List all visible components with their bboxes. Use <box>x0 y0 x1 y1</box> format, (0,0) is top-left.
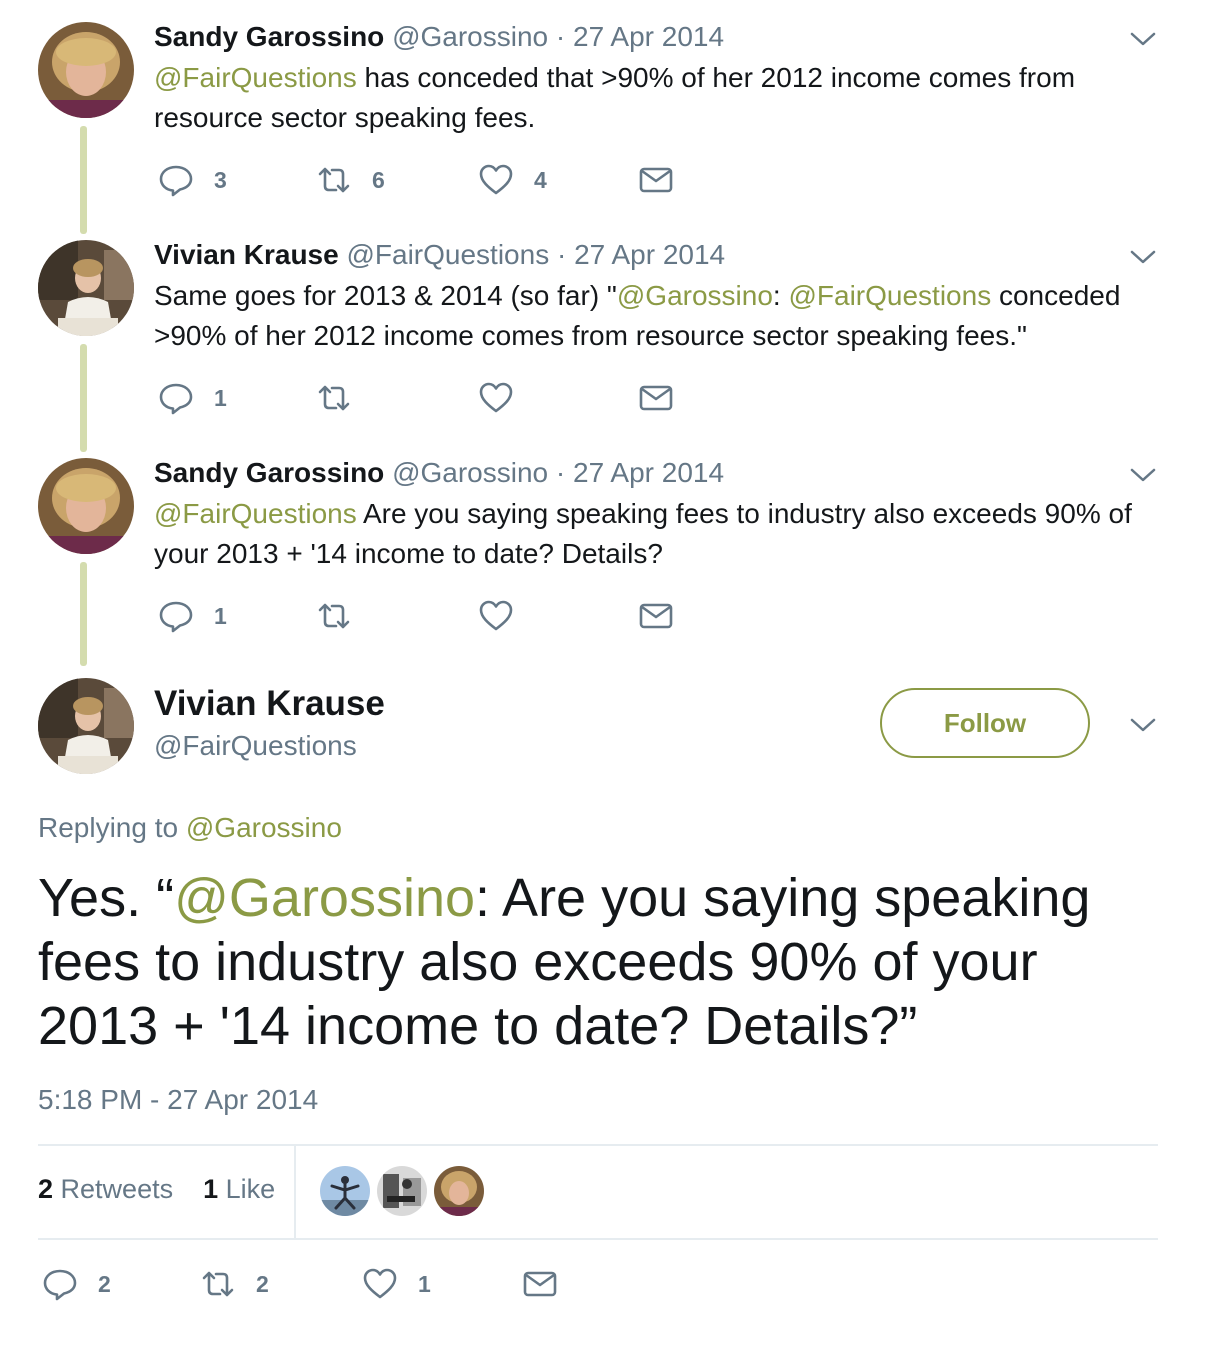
tweet-date[interactable]: · 27 Apr 2014 <box>556 457 724 488</box>
mention-link[interactable]: @FairQuestions <box>154 498 357 529</box>
liker-avatar[interactable] <box>434 1166 484 1216</box>
author-handle[interactable]: @FairQuestions <box>346 239 549 270</box>
like-button[interactable]: 4 <box>478 160 547 200</box>
author-name[interactable]: Vivian Krause <box>154 239 339 270</box>
tweet-header: Sandy Garossino @Garossino · 27 Apr 2014 <box>154 456 724 490</box>
retweet-icon <box>318 603 350 629</box>
retweet-button[interactable] <box>316 596 372 636</box>
chevron-down-icon[interactable] <box>1128 710 1158 740</box>
reply-button[interactable]: 3 <box>158 160 227 200</box>
retweet-count: 6 <box>372 166 385 193</box>
like-button[interactable] <box>478 596 534 636</box>
reply-count: 3 <box>214 166 227 193</box>
divider <box>38 1238 1158 1240</box>
avatar[interactable] <box>38 22 134 118</box>
like-button[interactable]: 1 <box>362 1264 431 1304</box>
reply-button[interactable]: 1 <box>158 378 227 418</box>
reply-count: 1 <box>214 384 227 411</box>
tweet-text-segment: Same goes for 2013 & 2014 (so far) " <box>154 280 617 311</box>
tweet-header: Vivian Krause @FairQuestions · 27 Apr 20… <box>154 238 725 272</box>
reply-icon <box>159 601 193 633</box>
retweet-button[interactable] <box>316 378 372 418</box>
tweet-text: @FairQuestions has conceded that >90% of… <box>154 58 1144 138</box>
divider <box>294 1146 296 1238</box>
replying-to: Replying to @Garossino <box>38 812 342 844</box>
mention-link[interactable]: @Garossino <box>174 868 475 928</box>
engagement-stats: 2 Retweets 1 Like <box>38 1174 275 1205</box>
chevron-down-icon[interactable] <box>1128 460 1158 490</box>
liker-avatar[interactable] <box>320 1166 370 1216</box>
retweet-button[interactable]: 2 <box>200 1264 269 1304</box>
reply-button[interactable]: 2 <box>42 1264 111 1304</box>
liker-avatar[interactable] <box>377 1166 427 1216</box>
tweet-header: Sandy Garossino @Garossino · 27 Apr 2014 <box>154 20 724 54</box>
reply-icon <box>43 1269 77 1301</box>
like-count: 1 <box>418 1270 431 1297</box>
message-button[interactable] <box>638 160 674 200</box>
message-button[interactable] <box>522 1264 558 1304</box>
author-name[interactable]: Sandy Garossino <box>154 21 384 52</box>
tweet-date[interactable]: · 27 Apr 2014 <box>556 21 724 52</box>
main-author-name[interactable]: Vivian Krause <box>154 684 385 724</box>
avatar[interactable] <box>38 678 134 774</box>
reply-count: 1 <box>214 602 227 629</box>
likes-total: 1 <box>203 1174 219 1204</box>
like-icon <box>363 1268 397 1299</box>
message-icon <box>639 385 673 411</box>
mention-link[interactable]: @FairQuestions <box>788 280 991 311</box>
message-icon <box>639 167 673 193</box>
tweet-text: @FairQuestions Are you saying speaking f… <box>154 494 1144 574</box>
reply-icon <box>159 383 193 415</box>
mention-link[interactable]: @Garossino <box>186 812 342 843</box>
tweet-text-segment: Yes. “ <box>38 868 175 928</box>
likes-stat[interactable]: 1 Like <box>203 1174 275 1204</box>
replying-to-label: Replying to <box>38 812 186 843</box>
thread-line <box>80 562 87 666</box>
message-button[interactable] <box>638 596 674 636</box>
avatar[interactable] <box>38 240 134 336</box>
likes-label: Like <box>218 1174 276 1204</box>
divider <box>38 1144 1158 1146</box>
like-icon <box>479 600 513 631</box>
message-icon <box>639 603 673 629</box>
retweets-stat[interactable]: 2 Retweets <box>38 1174 173 1204</box>
avatar[interactable] <box>38 458 134 554</box>
thread-line <box>80 344 87 452</box>
mention-link[interactable]: @Garossino <box>617 280 773 311</box>
main-tweet-text: Yes. “@Garossino: Are you saying speakin… <box>38 866 1168 1058</box>
retweet-count: 2 <box>256 1270 269 1297</box>
mention-link[interactable]: @FairQuestions <box>154 62 357 93</box>
tweet-date[interactable]: · 27 Apr 2014 <box>557 239 725 270</box>
tweet-text: Same goes for 2013 & 2014 (so far) "@Gar… <box>154 276 1144 356</box>
retweets-total: 2 <box>38 1174 54 1204</box>
reply-icon <box>159 165 193 197</box>
message-button[interactable] <box>638 378 674 418</box>
chevron-down-icon[interactable] <box>1128 24 1158 54</box>
reply-count: 2 <box>98 1270 111 1297</box>
author-name[interactable]: Sandy Garossino <box>154 457 384 488</box>
like-button[interactable] <box>478 378 534 418</box>
author-handle[interactable]: @Garossino <box>392 457 548 488</box>
follow-button[interactable]: Follow <box>880 688 1090 758</box>
like-count: 4 <box>534 166 547 193</box>
retweet-icon <box>202 1271 234 1297</box>
author-handle[interactable]: @Garossino <box>392 21 548 52</box>
retweet-icon <box>318 167 350 193</box>
reply-button[interactable]: 1 <box>158 596 227 636</box>
like-icon <box>479 382 513 413</box>
like-icon <box>479 164 513 195</box>
tweet-timestamp[interactable]: 5:18 PM - 27 Apr 2014 <box>38 1084 318 1116</box>
thread-line <box>80 126 87 234</box>
chevron-down-icon[interactable] <box>1128 242 1158 272</box>
tweet-text-segment: : <box>772 280 789 311</box>
retweets-label: Retweets <box>53 1174 174 1204</box>
main-author-handle[interactable]: @FairQuestions <box>154 730 357 762</box>
message-icon <box>523 1271 557 1297</box>
retweet-icon <box>318 385 350 411</box>
retweet-button[interactable]: 6 <box>316 160 385 200</box>
